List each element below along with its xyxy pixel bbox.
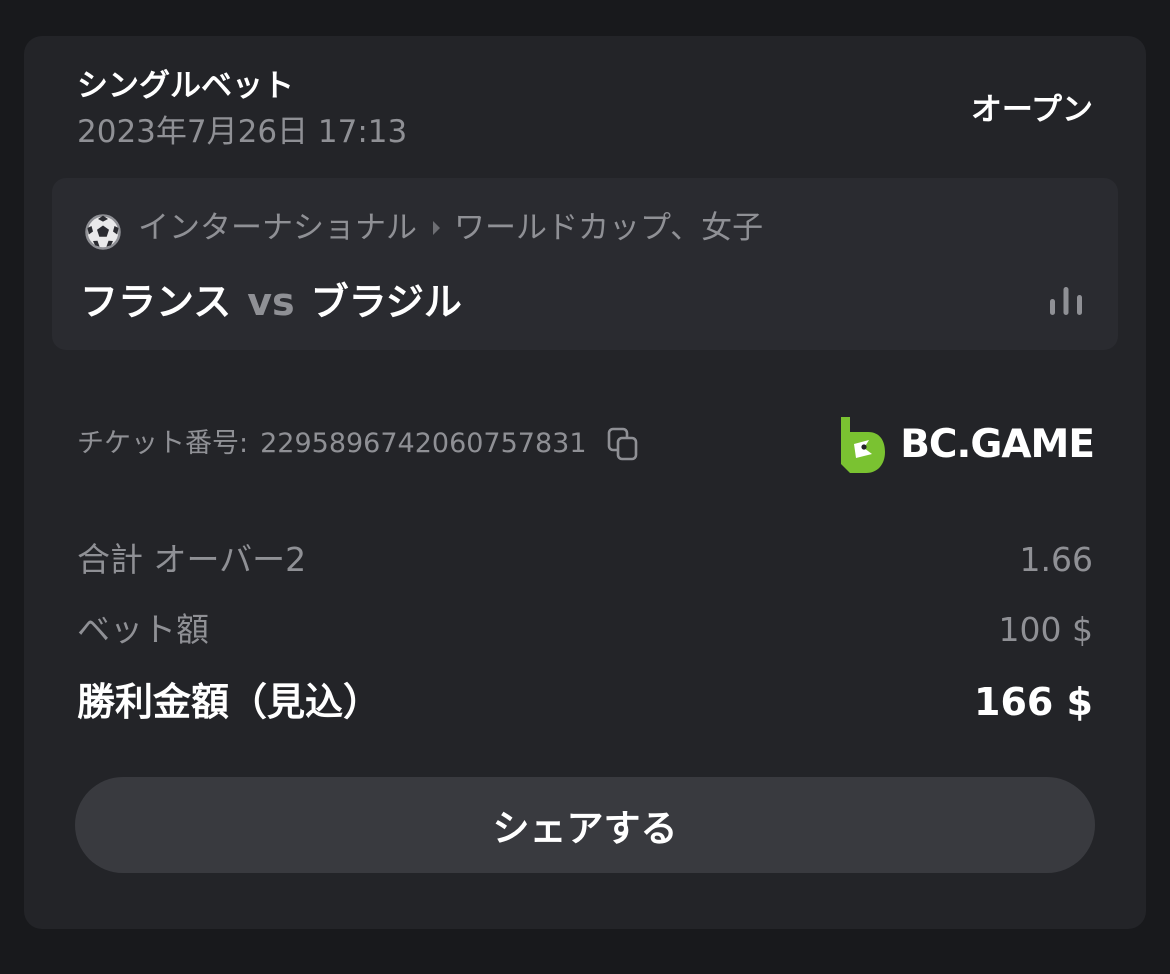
brand-logo: BC.GAME (838, 414, 1095, 476)
share-button[interactable]: シェアする (75, 777, 1095, 873)
breadcrumb-tournament: ワールドカップ、女子 (454, 210, 764, 246)
away-team: ブラジル (310, 280, 462, 324)
bet-status: オープン (970, 92, 1093, 128)
payout-value: 166 $ (974, 680, 1093, 724)
event-breadcrumb: インターナショナル ワールドカップ、女子 (138, 208, 763, 248)
ticket-label: チケット番号: (77, 428, 249, 459)
payout-label: 勝利金額（見込） (77, 680, 382, 724)
copy-icon[interactable] (605, 426, 641, 462)
market-label: 合計 オーバー2 (77, 540, 307, 579)
breadcrumb-category: インターナショナル (138, 210, 417, 246)
home-team: フランス (80, 280, 232, 324)
brand-name: BC.GAME (900, 422, 1095, 467)
bet-date: 2023年7月26日 17:13 (77, 114, 408, 150)
bet-slip-card: シングルベット 2023年7月26日 17:13 オープン インターナショナル … (24, 36, 1146, 929)
payout-row: 勝利金額（見込） 166 $ (77, 676, 1093, 728)
match-title: フランス vs ブラジル (80, 278, 462, 326)
stake-value: 100 $ (998, 610, 1093, 649)
bet-type-title: シングルベット (77, 68, 294, 104)
soccer-ball-icon (85, 214, 121, 250)
stats-bars-icon[interactable] (1048, 285, 1084, 317)
market-row: 合計 オーバー2 1.66 (77, 538, 1093, 582)
ticket-info: チケット番号: 2295896742060757831 (77, 426, 641, 462)
vs-label: vs (247, 280, 295, 324)
stake-row: ベット額 100 $ (77, 608, 1093, 652)
breadcrumb-chevron-icon (433, 221, 440, 235)
stake-label: ベット額 (77, 610, 209, 649)
ticket-number: 2295896742060757831 (260, 428, 587, 459)
bcgame-logo-icon (841, 417, 886, 473)
market-odds: 1.66 (1019, 540, 1093, 579)
event-card[interactable]: インターナショナル ワールドカップ、女子 フランス vs ブラジル (52, 178, 1118, 350)
